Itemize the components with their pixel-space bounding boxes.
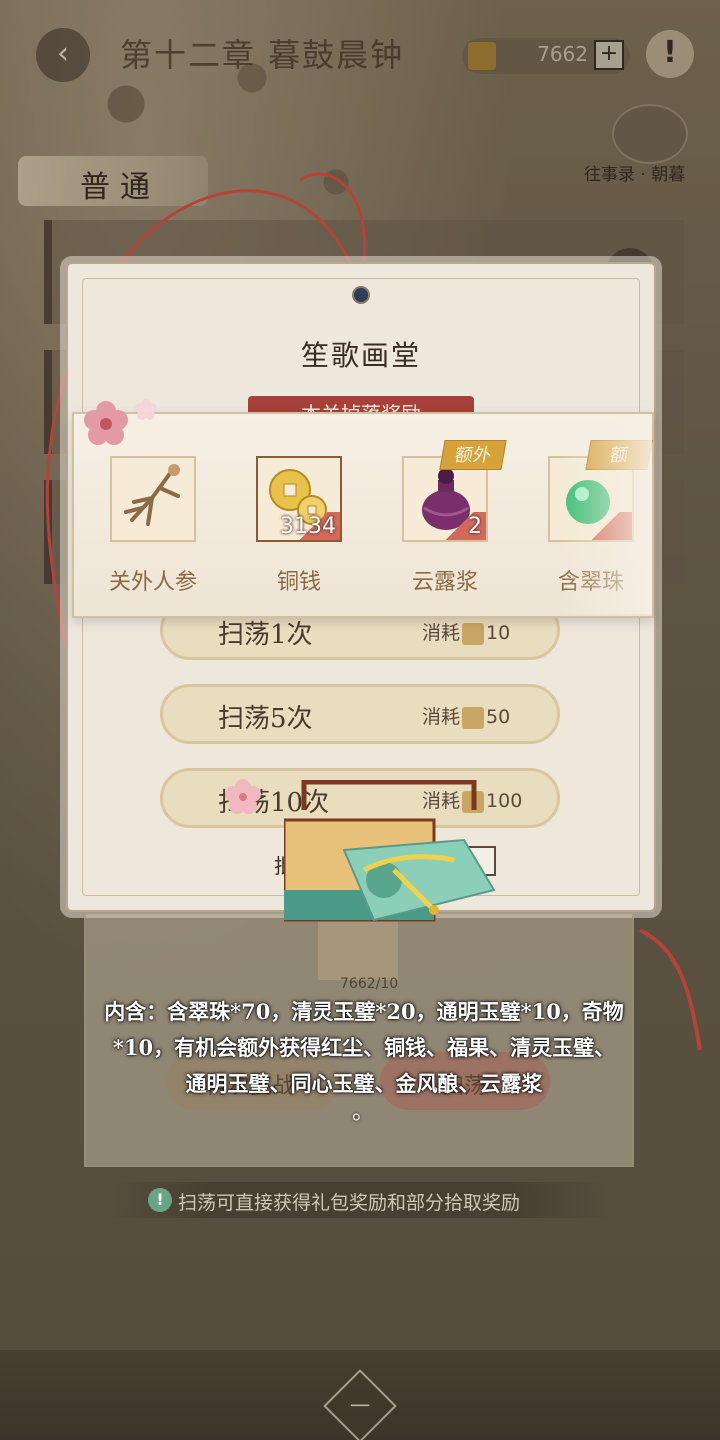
stage-title: 笙歌画堂: [300, 339, 421, 372]
gift-description-end: 。: [352, 1100, 375, 1125]
reward-count: 2: [468, 514, 482, 539]
sweep-button-label: 扫荡1次: [218, 620, 313, 650]
reward-name: 铜钱: [276, 570, 321, 595]
ticket-count: 7662/10: [340, 976, 399, 992]
reward-name: 关外人参: [108, 570, 197, 595]
info-icon: !: [148, 1188, 172, 1212]
reward-name: 云露浆: [411, 570, 478, 595]
ginseng-icon: [124, 464, 180, 526]
strip-fade: [560, 416, 652, 614]
tip-text: 扫荡可直接获得礼包奖励和部分拾取奖励: [178, 1192, 521, 1214]
sweep-cost: 消耗 50: [422, 706, 511, 729]
reward-count: 3134: [280, 514, 336, 539]
sweep-cost: 消耗 10: [422, 622, 511, 645]
sweep-button-label: 扫荡5次: [218, 704, 313, 734]
stamina-token-icon: [462, 622, 485, 645]
cherry-blossom-icon: [225, 779, 261, 814]
gift-box-icon: [284, 780, 496, 922]
bookmark-knot-icon: [352, 286, 370, 304]
gift-description: 内含：含翠珠*70，清灵玉璧*20，通明玉璧*10，奇物*10，有机会额外获得红…: [104, 999, 624, 1096]
reward-slot[interactable]: [110, 456, 196, 542]
cherry-blossom-icon: [84, 399, 157, 445]
extra-reward-tag: 额外: [439, 440, 507, 470]
stamina-token-icon: [462, 706, 485, 729]
